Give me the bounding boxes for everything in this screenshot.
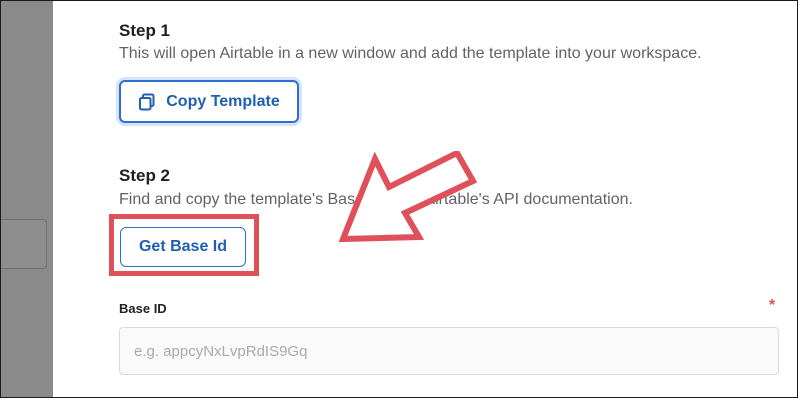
copy-icon	[138, 93, 156, 111]
setup-panel: Step 1 This will open Airtable in a new …	[53, 1, 797, 397]
annotation-arrow-icon	[338, 151, 478, 243]
annotation-highlight-box	[109, 214, 259, 276]
copy-template-button[interactable]: Copy Template	[119, 80, 299, 123]
required-indicator: *	[769, 297, 776, 314]
step1-title: Step 1	[119, 21, 171, 40]
base-id-input[interactable]	[119, 327, 779, 375]
background-input-box	[1, 219, 47, 269]
app-frame: Step 1 This will open Airtable in a new …	[0, 0, 798, 398]
base-id-label: Base ID	[119, 301, 167, 316]
modal-backdrop	[1, 1, 53, 397]
copy-template-label: Copy Template	[166, 92, 280, 110]
step1-description: This will open Airtable in a new window …	[119, 45, 702, 62]
step2-title: Step 2	[119, 166, 171, 185]
